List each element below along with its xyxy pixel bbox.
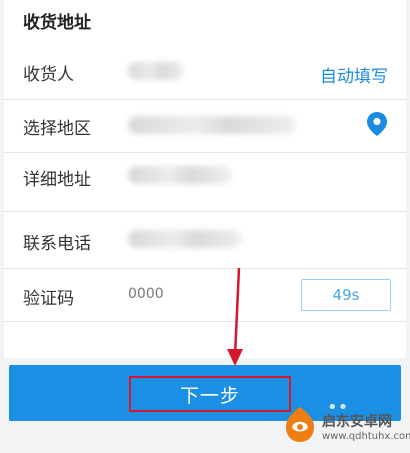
- watermark-name: 启东安卓网: [322, 414, 392, 430]
- watermark-logo-icon: [286, 407, 314, 442]
- watermark-url: www.qdhtuhx.com: [322, 431, 410, 442]
- annotation-arrow-icon: [227, 267, 243, 366]
- watermark: 启东安卓网 www.qdhtuhx.com: [282, 405, 410, 451]
